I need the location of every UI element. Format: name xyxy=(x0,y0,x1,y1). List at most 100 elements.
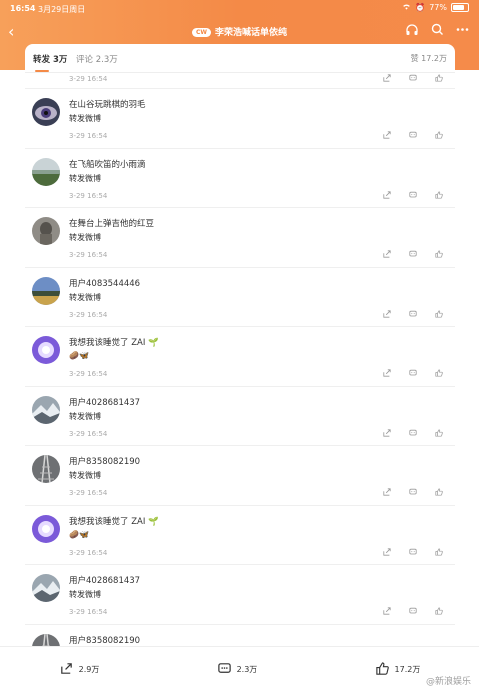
user-name[interactable]: 用户8358082190 xyxy=(69,634,140,646)
comment-icon[interactable] xyxy=(409,548,417,556)
share-icon[interactable] xyxy=(383,74,391,82)
like-icon[interactable] xyxy=(435,309,443,318)
tab-comments-count: 2.3万 xyxy=(95,55,118,65)
repost-row[interactable]: 在山谷玩跳棋的羽毛 转发微博 3-29 16:54 xyxy=(25,89,455,149)
share-icon[interactable] xyxy=(383,250,391,258)
row-actions xyxy=(383,250,443,258)
user-name[interactable]: 用户4083544446 xyxy=(69,277,140,289)
comment-icon[interactable] xyxy=(409,429,417,437)
comment-icon[interactable] xyxy=(409,74,417,82)
comment-icon[interactable] xyxy=(409,607,417,615)
like-icon[interactable] xyxy=(435,547,443,556)
like-count: 17.2万 xyxy=(394,664,421,674)
like-button[interactable]: 17.2万 xyxy=(375,661,421,678)
share-icon[interactable] xyxy=(383,547,391,556)
repost-row[interactable]: 用户8358082190转发微博 xyxy=(25,625,455,646)
like-icon[interactable] xyxy=(435,250,443,258)
repost-panel: 转发 3万 评论 2.3万 赞 17.2万 3-29 16:54 在山谷玩跳棋的羽… xyxy=(25,44,455,646)
avatar[interactable] xyxy=(32,336,60,364)
watermark: @新浪娱乐 xyxy=(425,677,471,687)
user-name[interactable]: 在山谷玩跳棋的羽毛 xyxy=(69,98,146,110)
repost-text: 转发微博 xyxy=(69,173,101,183)
nav-icons xyxy=(405,23,469,41)
repost-button[interactable]: 2.9万 xyxy=(59,661,99,678)
row-actions xyxy=(383,547,443,556)
like-icon[interactable] xyxy=(435,131,443,139)
comment-icon[interactable] xyxy=(409,191,417,199)
repost-row[interactable]: 在舞台上弹吉他的红豆 转发微博 3-29 16:54 xyxy=(25,208,455,268)
comment-icon[interactable] xyxy=(409,369,417,377)
status-date: 3月29日周日 xyxy=(38,5,86,14)
repost-time: 3-29 16:54 xyxy=(69,489,108,497)
avatar[interactable] xyxy=(32,276,60,305)
repost-time: 3-29 16:54 xyxy=(69,251,108,259)
search-icon[interactable] xyxy=(431,23,444,41)
repost-row[interactable]: 用户8358082190 转发微博 3-29 16:54 xyxy=(25,446,455,506)
like-icon[interactable] xyxy=(435,607,443,615)
repost-icon xyxy=(59,661,74,678)
user-name[interactable]: 用户4028681437 xyxy=(69,574,140,586)
user-name[interactable]: 用户4028681437 xyxy=(69,396,140,408)
thumbs-up-icon xyxy=(375,661,390,678)
user-name[interactable]: 在舞台上弹吉他的红豆 xyxy=(69,217,154,229)
like-icon[interactable] xyxy=(435,74,443,82)
like-icon[interactable] xyxy=(435,190,443,199)
user-name[interactable]: 我想我该睡觉了 ZAI 🌱 xyxy=(69,515,159,527)
repost-text: 转发微博 xyxy=(69,114,101,123)
repost-row[interactable]: 3-29 16:54 xyxy=(25,72,455,89)
user-name[interactable]: 用户8358082190 xyxy=(69,455,140,467)
repost-row[interactable]: 在飞船吹笛的小雨滴 转发微博 3-29 16:54 xyxy=(25,149,455,208)
share-icon[interactable] xyxy=(383,369,391,377)
avatar[interactable] xyxy=(32,514,60,543)
user-name[interactable]: 我想我该睡觉了 ZAI 🌱 xyxy=(69,336,159,348)
share-icon[interactable] xyxy=(383,190,391,199)
repost-time: 3-29 16:54 xyxy=(69,429,108,438)
comment-icon[interactable] xyxy=(409,310,417,318)
comment-icon[interactable] xyxy=(409,131,417,139)
comment-button[interactable]: 2.3万 xyxy=(217,661,257,678)
avatar[interactable] xyxy=(32,395,60,424)
tab-reposts[interactable]: 转发 3万 xyxy=(33,53,68,72)
bottom-action-bar: 2.9万 2.3万 17.2万 @新浪娱乐 xyxy=(0,646,479,691)
tab-likes[interactable]: 赞 17.2万 xyxy=(411,53,447,64)
like-icon[interactable] xyxy=(435,369,443,377)
like-icon[interactable] xyxy=(435,488,443,496)
avatar[interactable] xyxy=(32,157,60,186)
repost-time: 3-29 16:54 xyxy=(69,191,108,200)
nav-title-text: 李荣浩喊话单依纯 xyxy=(215,28,288,38)
comment-icon[interactable] xyxy=(409,250,417,258)
comment-icon[interactable] xyxy=(409,488,417,496)
avatar[interactable] xyxy=(32,98,60,126)
hot-badge: CW xyxy=(191,28,211,37)
row-actions xyxy=(383,488,443,496)
repost-row[interactable]: 用户4083544446 转发微博 3-29 16:54 xyxy=(25,268,455,327)
share-icon[interactable] xyxy=(383,428,391,437)
repost-row[interactable]: 我想我该睡觉了 ZAI 🌱 🥔🦋 3-29 16:54 xyxy=(25,327,455,387)
row-actions xyxy=(383,74,443,82)
avatar[interactable] xyxy=(32,633,60,646)
avatar[interactable] xyxy=(32,217,60,245)
row-actions xyxy=(383,131,443,139)
status-time: 16:54 xyxy=(10,4,36,13)
repost-row[interactable]: 我想我该睡觉了 ZAI 🌱 🥔🦋 3-29 16:54 xyxy=(25,506,455,565)
tab-reposts-count: 3万 xyxy=(52,55,68,65)
share-icon[interactable] xyxy=(383,488,391,496)
avatar[interactable] xyxy=(32,574,60,602)
headphones-icon[interactable] xyxy=(405,23,419,41)
share-icon[interactable] xyxy=(383,309,391,318)
more-icon[interactable] xyxy=(456,23,469,41)
repost-text: 🥔🦋 xyxy=(69,351,89,360)
repost-time: 3-29 16:54 xyxy=(69,370,108,378)
wifi-icon xyxy=(402,3,411,12)
avatar[interactable] xyxy=(32,455,60,483)
like-icon[interactable] xyxy=(435,428,443,437)
user-name[interactable]: 在飞船吹笛的小雨滴 xyxy=(69,158,146,170)
share-icon[interactable] xyxy=(383,131,391,139)
repost-row[interactable]: 用户4028681437 转发微博 3-29 16:54 xyxy=(25,387,455,446)
battery-percent: 77% xyxy=(429,3,447,12)
repost-row[interactable]: 用户4028681437 转发微博 3-29 16:54 xyxy=(25,565,455,625)
tab-comments-label: 评论 xyxy=(76,55,94,65)
share-icon[interactable] xyxy=(383,607,391,615)
tab-comments[interactable]: 评论 2.3万 xyxy=(76,53,118,65)
repost-time: 3-29 16:54 xyxy=(69,132,108,140)
